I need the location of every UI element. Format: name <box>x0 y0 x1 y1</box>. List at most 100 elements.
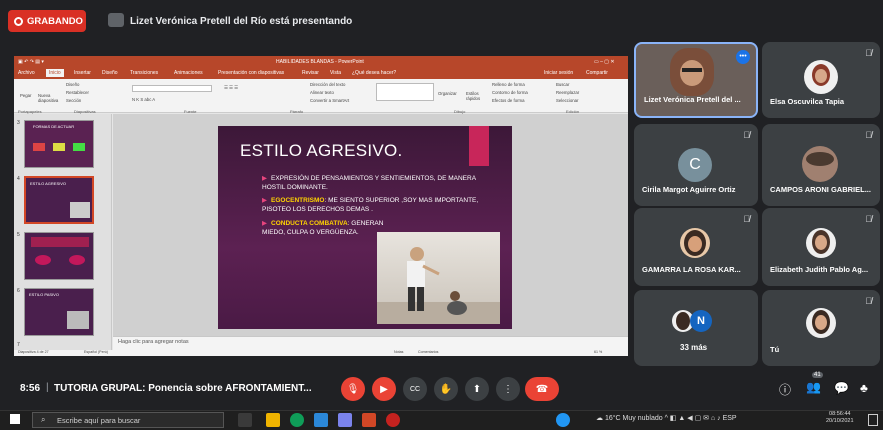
taskbar-search-input[interactable]: ⌕ Escribe aquí para buscar <box>32 412 224 428</box>
language-indicator[interactable]: ESP <box>723 415 737 422</box>
participant-tile-self[interactable]: 🎙̸ Tú <box>762 290 880 366</box>
participant-tile-presenter[interactable]: ••• Lizet Verónica Pretell del ... <box>634 42 758 118</box>
ppt-ribbon-tabs: Archivo Inicio Insertar Diseño Transicio… <box>14 68 628 79</box>
slide-thumbnail[interactable]: FORMAS DE ACTUAR <box>24 120 94 168</box>
select-button[interactable]: Seleccionar <box>556 98 578 103</box>
browser-icon[interactable] <box>386 413 400 427</box>
people-button[interactable]: 👥 41 <box>806 372 823 394</box>
activities-button[interactable]: ♣ <box>860 381 868 395</box>
notes-pane[interactable]: Haga clic para agregar notas <box>113 336 628 350</box>
captions-button[interactable]: CC <box>403 377 427 401</box>
tab-inicio[interactable]: Inicio <box>46 69 64 77</box>
tab-presentacion[interactable]: Presentación con diapositivas <box>218 70 284 76</box>
font-format-buttons[interactable]: N K S abc A <box>132 97 155 102</box>
more-options-button[interactable]: ⋮ <box>496 377 520 401</box>
font-family-select[interactable] <box>132 85 212 92</box>
participant-tile[interactable]: 🎙̸ CAMPOS ARONI GABRIEL... <box>762 124 880 206</box>
tab-revisar[interactable]: Revisar <box>302 70 319 76</box>
ppt-quick-access-icons[interactable]: ▣ ↶ ↷ ▤ ▾ <box>18 59 44 65</box>
mic-toggle-button[interactable]: 🎙 <box>341 377 365 401</box>
paste-button[interactable]: Pegar <box>20 93 31 98</box>
taskbar-clock[interactable]: 08:56:44 20/10/2021 <box>826 411 854 425</box>
tab-animaciones[interactable]: Animaciones <box>174 70 203 76</box>
participant-tile[interactable]: 🎙̸ Elsa Oscuvilca Tapia <box>762 42 880 118</box>
new-slide-button[interactable]: Nueva diapositiva <box>38 93 60 103</box>
participant-initial-avatar: C <box>678 148 712 182</box>
present-button[interactable]: ⬆ <box>465 377 489 401</box>
windows-start-icon[interactable] <box>10 414 20 424</box>
text-direction-button[interactable]: Dirección del texto <box>310 82 345 87</box>
powerpoint-icon[interactable] <box>362 413 376 427</box>
quick-styles-button[interactable]: Estilos rápidos <box>466 91 488 101</box>
shape-effects-button[interactable]: Efectos de forma <box>492 98 524 103</box>
slide-thumbnail[interactable]: ESTILO PASIVO <box>24 288 94 336</box>
participant-tile[interactable]: 🎙̸ C Cirila Margot Aguirre Ortiz <box>634 124 758 206</box>
align-text-button[interactable]: Alinear texto <box>310 90 334 95</box>
find-button[interactable]: Buscar <box>556 82 569 87</box>
mic-off-icon: 🎙̸ <box>865 130 872 140</box>
meeting-clock: 8:56 <box>20 383 41 394</box>
hand-icon: ✋ <box>439 383 453 395</box>
slide-thumbnail[interactable] <box>24 232 94 280</box>
participant-tile-more[interactable]: N 33 más <box>634 290 758 366</box>
present-icon: ⬆ <box>472 383 482 395</box>
reset-button[interactable]: Restablecer <box>66 90 89 95</box>
activities-icon: ♣ <box>860 381 868 395</box>
replace-button[interactable]: Reemplazar <box>556 90 579 95</box>
convert-smartart-button[interactable]: Convertir a SmartArt <box>310 98 349 103</box>
chat-button[interactable]: 💬 <box>834 381 849 395</box>
comments-toggle[interactable]: Comentarios <box>418 350 438 354</box>
notifications-icon[interactable] <box>868 414 878 426</box>
record-icon <box>14 16 23 26</box>
teams-icon[interactable] <box>338 413 352 427</box>
tray-icons[interactable]: ^ ◧ ▲ ◀ ▢ ✉ ⌂ ♪ <box>665 415 723 422</box>
hang-up-icon: ☎ <box>535 383 549 395</box>
shape-outline-button[interactable]: Contorno de forma <box>492 90 528 95</box>
section-button[interactable]: Sección <box>66 98 81 103</box>
ppt-title-bar: ▣ ↶ ↷ ▤ ▾ HABILIDADES BLANDAS - PowerPoi… <box>14 56 628 68</box>
tab-vista[interactable]: Vista <box>330 70 341 76</box>
tab-archivo[interactable]: Archivo <box>18 70 35 76</box>
share-button[interactable]: Compartir <box>586 70 608 76</box>
layout-button[interactable]: Diseño <box>66 82 79 87</box>
thumb-title: ESTILO PASIVO <box>29 292 59 297</box>
app-icon[interactable] <box>556 413 570 427</box>
info-button[interactable]: ⓘ <box>779 381 791 398</box>
captions-icon: CC <box>409 385 421 393</box>
raise-hand-button[interactable]: ✋ <box>434 377 458 401</box>
weather-text: 16°C Muy nublado <box>604 415 663 422</box>
camera-toggle-button[interactable]: ▶ <box>372 377 396 401</box>
ppt-ribbon: Pegar Nueva diapositiva Diseño Restablec… <box>14 79 628 114</box>
slide-bullet: ▶ EGOCENTRISMO: ME SIENTO SUPERIOR ,SOY M… <box>262 196 487 214</box>
tab-transiciones[interactable]: Transiciones <box>130 70 158 76</box>
bullet-arrow-icon: ▶ <box>262 197 267 204</box>
participant-avatar <box>680 228 710 258</box>
chrome-icon[interactable] <box>290 413 304 427</box>
shape-fill-button[interactable]: Relleno de forma <box>492 82 525 87</box>
recording-badge: GRABANDO <box>8 10 86 32</box>
file-explorer-icon[interactable] <box>266 413 280 427</box>
notes-toggle[interactable]: Notas <box>394 350 403 354</box>
signin-link[interactable]: Iniciar sesión <box>544 70 573 76</box>
search-icon: ⌕ <box>41 415 46 424</box>
zoom-level[interactable]: 61 % <box>594 350 602 354</box>
thumb-title: FORMAS DE ACTUAR <box>33 124 75 129</box>
slide-title: ESTILO AGRESIVO. <box>240 141 403 160</box>
window-controls-icon[interactable]: ▭ – ▢ ✕ <box>594 59 615 65</box>
tab-diseno[interactable]: Diseño <box>102 70 118 76</box>
mail-icon[interactable] <box>314 413 328 427</box>
mic-off-icon: 🎙̸ <box>743 214 750 224</box>
slide-thumbnail-selected[interactable]: ESTILO AGRESIVO <box>24 176 94 224</box>
tab-insertar[interactable]: Insertar <box>74 70 91 76</box>
shapes-gallery[interactable] <box>376 83 434 101</box>
paragraph-buttons[interactable]: ☰ ☰ ☰ <box>224 85 238 91</box>
slide-accent-bar <box>469 126 489 166</box>
tell-me-box[interactable]: ¿Qué desea hacer? <box>352 70 396 76</box>
participant-tile[interactable]: 🎙̸ GAMARRA LA ROSA KAR... <box>634 208 758 286</box>
participant-name: Tú <box>770 345 780 354</box>
end-call-button[interactable]: ☎ <box>525 377 559 401</box>
task-view-icon[interactable] <box>238 413 252 427</box>
participant-tile[interactable]: 🎙̸ Elizabeth Judith Pablo Ag... <box>762 208 880 286</box>
chat-icon: 💬 <box>834 381 849 395</box>
arrange-button[interactable]: Organizar <box>438 91 457 96</box>
